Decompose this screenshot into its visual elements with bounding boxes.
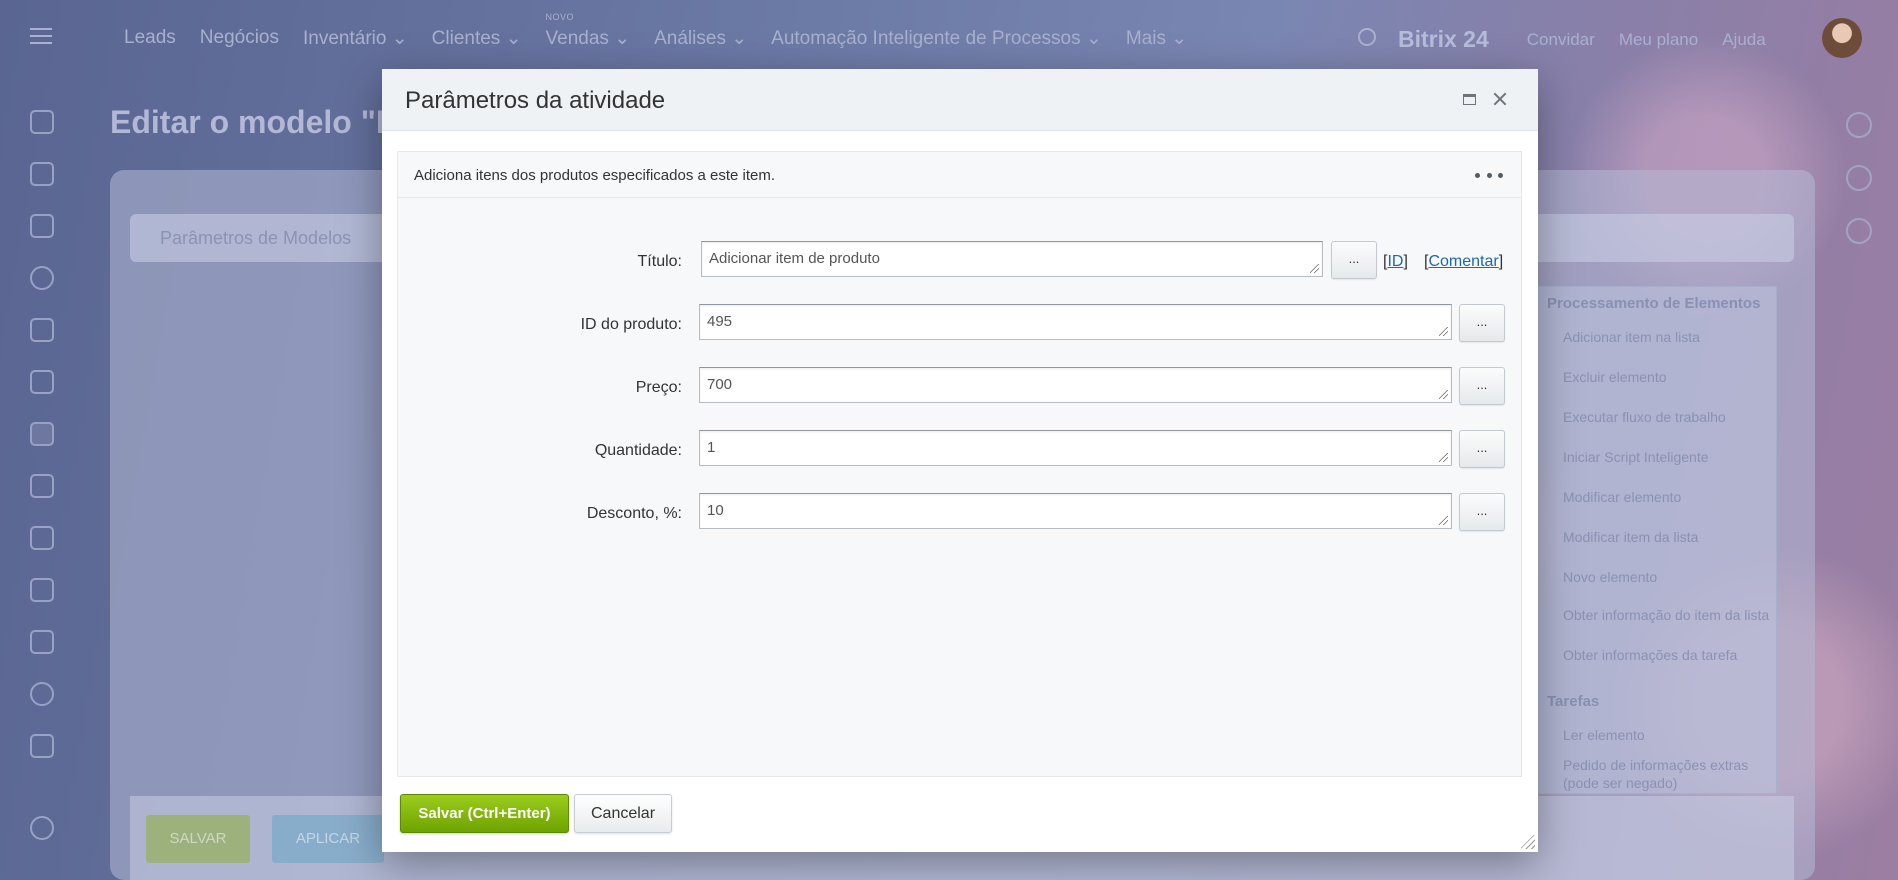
cancel-button[interactable]: Cancelar <box>574 794 672 833</box>
save-button[interactable]: Salvar (Ctrl+Enter) <box>400 794 569 833</box>
resize-handle-icon[interactable] <box>1439 390 1448 399</box>
sidebar-icon-9[interactable] <box>30 526 54 550</box>
field-row-quantity: Quantidade: 1 ... <box>398 430 1521 470</box>
field-label: Título: <box>637 253 682 270</box>
resize-handle-icon[interactable] <box>1439 453 1448 462</box>
main-nav: Leads Negócios Inventário ⌄ Clientes ⌄ N… <box>124 12 1187 50</box>
sidebar-icon-12[interactable] <box>30 682 54 706</box>
nav-clients[interactable]: Clientes ⌄ <box>432 27 522 50</box>
sidebar-icon-11[interactable] <box>30 630 54 654</box>
sidebar-icon-5[interactable] <box>30 318 54 342</box>
notifications-icon[interactable] <box>1846 112 1872 138</box>
list-item[interactable]: Adicionar item na lista <box>1563 329 1700 345</box>
page-title: Editar o modelo "N <box>110 104 399 140</box>
nav-leads[interactable]: Leads <box>124 27 176 50</box>
activity-parameters-dialog: Parâmetros da atividade Adiciona itens d… <box>382 69 1538 852</box>
field-label: Preço: <box>635 379 682 396</box>
list-item[interactable]: Modificar item da lista <box>1563 529 1698 545</box>
list-item[interactable]: Obter informações da tarefa <box>1563 647 1737 663</box>
dialog-header: Parâmetros da atividade <box>382 69 1538 131</box>
nav-sales[interactable]: NOVO Vendas ⌄ <box>546 12 631 50</box>
product-id-insert-button[interactable]: ... <box>1459 304 1505 342</box>
product-id-input[interactable]: 495 <box>699 304 1452 340</box>
id-link[interactable]: ID <box>1387 253 1403 270</box>
help-link[interactable]: Ajuda <box>1722 30 1765 50</box>
activity-palette: Processamento de Elementos Adicionar ite… <box>1532 286 1777 794</box>
nav-more[interactable]: Mais ⌄ <box>1126 27 1187 50</box>
sidebar-icon-10[interactable] <box>30 578 54 602</box>
sidebar-icon-2[interactable] <box>30 162 54 186</box>
quantity-insert-button[interactable]: ... <box>1459 430 1505 468</box>
discount-insert-button[interactable]: ... <box>1459 493 1505 531</box>
list-item[interactable]: Pedido de informações extras <box>1563 757 1748 773</box>
field-label: ID do produto: <box>580 316 682 333</box>
dialog-content: Adiciona itens dos produtos especificado… <box>397 151 1522 777</box>
nav-deals[interactable]: Negócios <box>200 27 279 50</box>
sidebar-icon-6[interactable] <box>30 370 54 394</box>
list-item[interactable]: Iniciar Script Inteligente <box>1563 449 1709 465</box>
quantity-input[interactable]: 1 <box>699 430 1452 466</box>
title-input[interactable]: Adicionar item de produto <box>701 241 1323 277</box>
list-item[interactable]: Executar fluxo de trabalho <box>1563 409 1726 425</box>
new-badge: NOVO <box>545 12 575 22</box>
settings-icon[interactable] <box>30 816 54 840</box>
field-label: Quantidade: <box>594 442 682 459</box>
resize-handle-icon[interactable] <box>1310 264 1319 273</box>
sidebar-icon-8[interactable] <box>30 474 54 498</box>
discount-input[interactable]: 10 <box>699 493 1452 529</box>
field-row-price: Preço: 700 ... <box>398 367 1521 407</box>
sidebar-icon-4[interactable] <box>30 266 54 290</box>
list-item[interactable]: (pode ser negado) <box>1563 775 1677 791</box>
comment-link-wrapper: [Comentar] <box>1424 253 1504 270</box>
price-insert-button[interactable]: ... <box>1459 367 1505 405</box>
title-insert-button[interactable]: ... <box>1331 241 1377 279</box>
menu-icon[interactable] <box>30 28 52 44</box>
top-right-area: Bitrix 24 Convidar Meu plano Ajuda <box>1398 26 1766 53</box>
tab-template-parameters[interactable]: Parâmetros de Modelos <box>160 228 351 249</box>
plan-link[interactable]: Meu plano <box>1619 30 1698 50</box>
left-sidebar <box>0 76 86 880</box>
right-rail-icon[interactable] <box>1846 218 1872 244</box>
activity-description: Adiciona itens dos produtos especificado… <box>414 167 776 184</box>
save-button[interactable]: SALVAR <box>146 815 250 863</box>
brand-logo: Bitrix 24 <box>1398 26 1489 52</box>
field-label: Desconto, %: <box>586 505 682 522</box>
price-input[interactable]: 700 <box>699 367 1452 403</box>
comment-link[interactable]: Comentar <box>1428 253 1498 270</box>
close-icon[interactable] <box>1490 89 1510 109</box>
list-item[interactable]: Modificar elemento <box>1563 489 1681 505</box>
list-item[interactable]: Obter informação do item da lista <box>1563 607 1769 623</box>
sidebar-icon-1[interactable] <box>30 110 54 134</box>
id-link-wrapper: [ID] <box>1383 253 1408 270</box>
list-item[interactable]: Ler elemento <box>1563 727 1645 743</box>
list-item[interactable]: Excluir elemento <box>1563 369 1667 385</box>
nav-analytics[interactable]: Análises ⌄ <box>654 27 747 50</box>
sidebar-icon-3[interactable] <box>30 214 54 238</box>
field-row-discount: Desconto, %: 10 ... <box>398 493 1521 533</box>
group-title[interactable]: Tarefas <box>1547 693 1599 710</box>
field-row-product-id: ID do produto: 495 ... <box>398 304 1521 344</box>
list-item[interactable]: Novo elemento <box>1563 569 1657 585</box>
dialog-title: Parâmetros da atividade <box>405 87 666 114</box>
field-row-title: Título: Adicionar item de produto ... [I… <box>398 241 1521 281</box>
top-navigation: Leads Negócios Inventário ⌄ Clientes ⌄ N… <box>0 0 1898 76</box>
search-icon[interactable] <box>1358 28 1376 46</box>
more-options-icon[interactable] <box>1475 166 1503 184</box>
resize-handle-icon[interactable] <box>1439 327 1448 336</box>
sidebar-icon-7[interactable] <box>30 422 54 446</box>
avatar[interactable] <box>1822 18 1862 58</box>
dialog-resize-icon[interactable] <box>1521 835 1535 849</box>
nav-inventory[interactable]: Inventário ⌄ <box>303 27 408 50</box>
invite-link[interactable]: Convidar <box>1527 30 1595 50</box>
apply-button[interactable]: APLICAR <box>272 815 384 863</box>
description-row: Adiciona itens dos produtos especificado… <box>398 152 1521 198</box>
sidebar-icon-13[interactable] <box>30 734 54 758</box>
maximize-icon[interactable] <box>1463 94 1476 105</box>
right-rail-icon[interactable] <box>1846 165 1872 191</box>
nav-automation[interactable]: Automação Inteligente de Processos ⌄ <box>771 27 1102 50</box>
resize-handle-icon[interactable] <box>1439 516 1448 525</box>
group-title[interactable]: Processamento de Elementos <box>1547 295 1760 312</box>
